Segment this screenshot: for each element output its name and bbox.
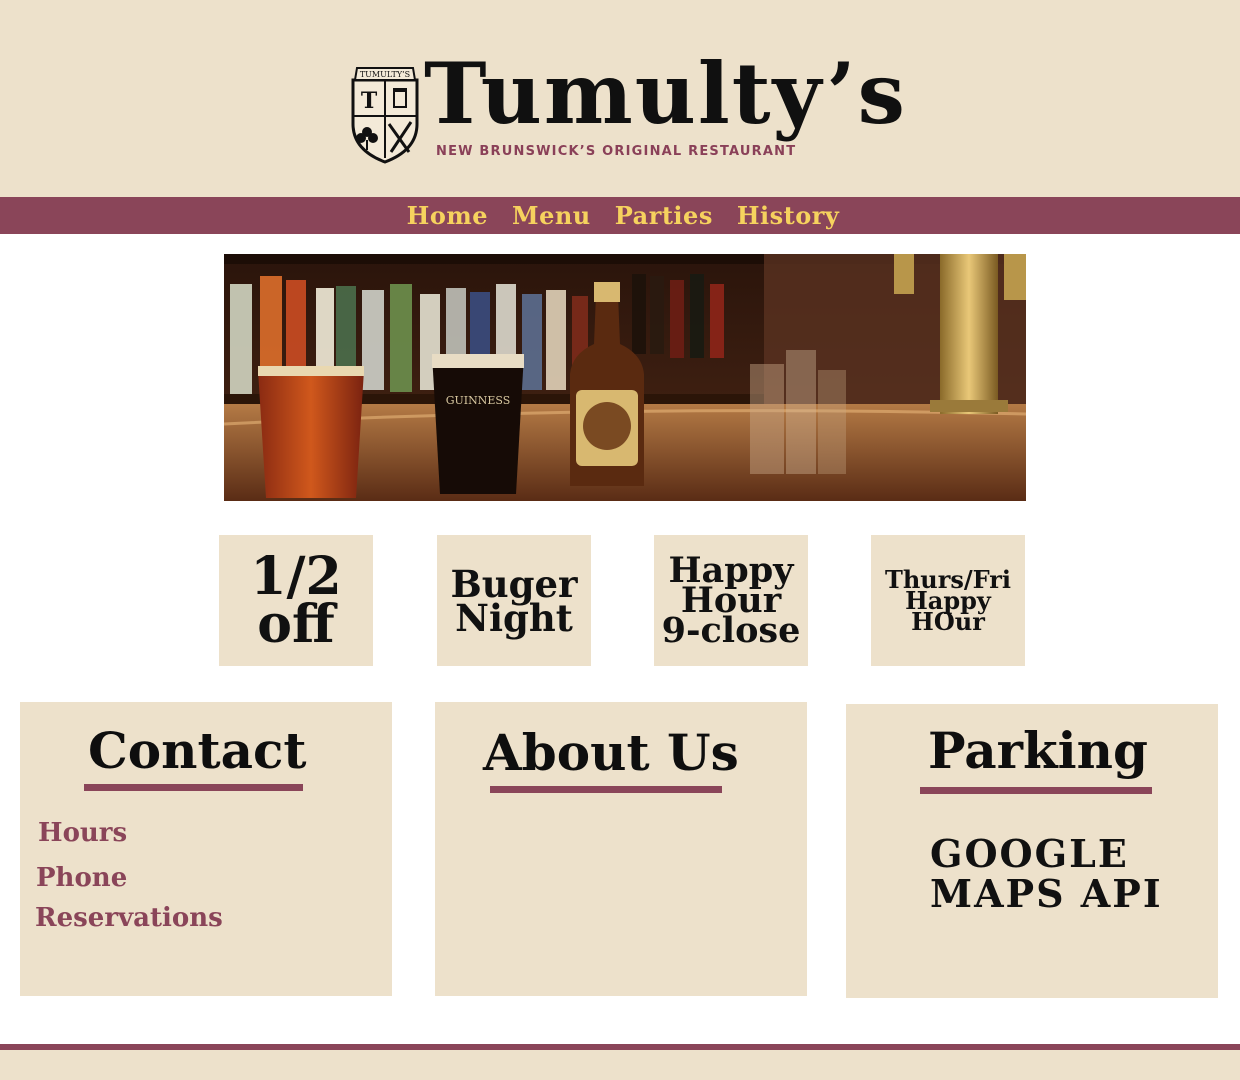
parking-underline	[920, 787, 1152, 794]
promo-thurs-fri-happy-hour[interactable]: Thurs/Fri Happy HOur	[871, 535, 1025, 666]
about-underline	[490, 786, 722, 793]
site-footer	[0, 1050, 1240, 1080]
about-title: About Us	[483, 723, 739, 782]
bar-scene-image: GUINNESS	[224, 254, 1026, 501]
promo-burger-night[interactable]: Buger Night	[437, 535, 591, 666]
contact-underline	[84, 784, 303, 791]
nav-item-home[interactable]: Home	[401, 201, 488, 230]
promo-half-off[interactable]: 1/2 off	[219, 535, 373, 666]
nav-item-history[interactable]: History	[731, 201, 840, 230]
page: TUMULTY’S T Tumulty’s NEW BRUNSWICK’S OR…	[0, 0, 1240, 1080]
hero-bar-photo: GUINNESS	[224, 254, 1026, 501]
contact-link-hours[interactable]: Hours	[38, 818, 127, 848]
contact-link-phone[interactable]: Phone	[36, 863, 127, 893]
promo-happy-hour[interactable]: Happy Hour 9-close	[654, 535, 808, 666]
site-header: TUMULTY’S T Tumulty’s NEW BRUNSWICK’S OR…	[0, 0, 1240, 197]
parking-map-placeholder[interactable]: GOOGLE MAPS API	[930, 834, 1163, 914]
nav-items: Home Menu Parties History	[0, 197, 1240, 234]
hero-glass-label: GUINNESS	[446, 394, 511, 407]
main-nav: Home Menu Parties History	[0, 197, 1240, 234]
contact-card: Contact Hours Phone Reservations	[20, 702, 392, 996]
brand-tagline: NEW BRUNSWICK’S ORIGINAL RESTAURANT	[436, 144, 797, 159]
nav-item-parties[interactable]: Parties	[609, 201, 713, 230]
brand-name[interactable]: Tumulty’s	[424, 52, 907, 136]
nav-item-menu[interactable]: Menu	[506, 201, 591, 230]
crest-banner-text: TUMULTY’S	[360, 70, 410, 79]
contact-link-reservations[interactable]: Reservations	[35, 903, 223, 933]
svg-text:T: T	[361, 88, 378, 114]
parking-card: Parking GOOGLE MAPS API	[846, 704, 1218, 998]
crest-logo-icon[interactable]: TUMULTY’S T	[349, 66, 421, 164]
about-card: About Us	[435, 702, 807, 996]
parking-title: Parking	[928, 721, 1148, 780]
contact-title: Contact	[88, 721, 307, 780]
